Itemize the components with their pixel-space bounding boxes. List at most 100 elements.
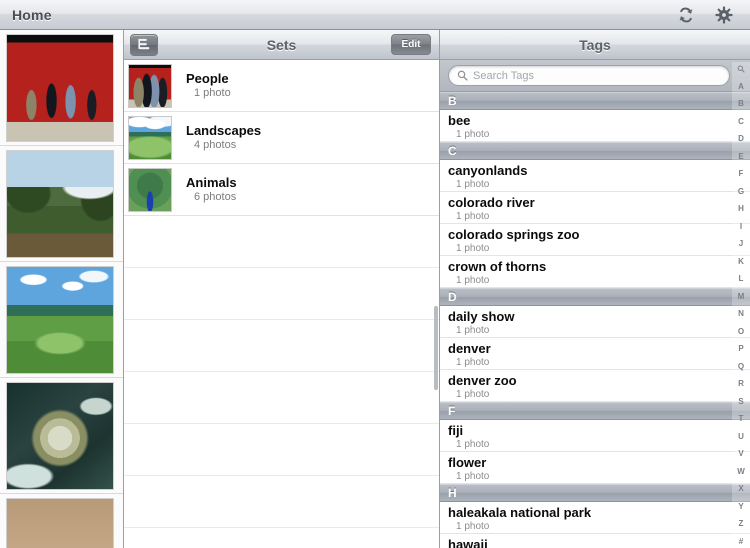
set-text: People 1 photo <box>186 71 231 100</box>
tags-panel: Tags Search Tags Bbee 1 photo Ccanyonlands… <box>440 30 750 548</box>
index-letter-e[interactable]: E <box>738 152 743 161</box>
index-letter-m[interactable]: M <box>738 292 745 301</box>
index-letter-y[interactable]: Y <box>738 502 743 511</box>
set-row[interactable]: Animals 6 photos <box>124 164 439 216</box>
tag-row[interactable]: haleakala national park 1 photo <box>440 502 750 534</box>
tag-name: denver zoo <box>448 373 517 388</box>
tag-section-header: D <box>440 288 750 306</box>
photo-thumbnail <box>6 150 114 258</box>
search-icon[interactable] <box>737 65 745 73</box>
index-letter-k[interactable]: K <box>738 257 744 266</box>
index-letter-o[interactable]: O <box>738 327 744 336</box>
index-letter-a[interactable]: A <box>738 82 744 91</box>
set-name: Landscapes <box>186 123 262 138</box>
tag-row[interactable]: hawaii <box>440 534 750 548</box>
tag-row[interactable]: crown of thorns 1 photo <box>440 256 750 288</box>
top-toolbar: Home <box>0 0 750 30</box>
tags-list[interactable]: Bbee 1 photo Ccanyonlands 1 photo colorado r… <box>440 92 750 548</box>
sync-icon[interactable] <box>676 5 696 25</box>
set-row-empty <box>124 268 439 320</box>
tag-name: daily show <box>448 309 515 324</box>
tags-header: Tags <box>440 30 750 60</box>
set-photo-count: 1 photo <box>194 87 231 99</box>
tag-row[interactable]: denver 1 photo <box>440 338 750 370</box>
tag-photo-count: 1 photo <box>456 179 490 190</box>
tag-photo-count: 1 photo <box>456 325 490 336</box>
tag-photo-count: 1 photo <box>456 243 490 254</box>
tag-photo-count: 1 photo <box>456 471 490 482</box>
sets-list[interactable]: People 1 photo Landscapes 4 photos Animals 6 … <box>124 60 439 548</box>
tag-row[interactable]: colorado river 1 photo <box>440 192 750 224</box>
index-letter-l[interactable]: L <box>739 274 744 283</box>
tag-section-header: F <box>440 402 750 420</box>
index-letter-g[interactable]: G <box>738 187 744 196</box>
set-thumbnail <box>128 167 172 212</box>
tags-title: Tags <box>579 36 611 53</box>
index-letter-d[interactable]: D <box>738 134 744 143</box>
index-letter-j[interactable]: J <box>739 239 743 248</box>
tag-row[interactable]: bee 1 photo <box>440 110 750 142</box>
tag-row[interactable]: daily show 1 photo <box>440 306 750 338</box>
set-thumbnail <box>128 115 172 160</box>
set-name: People <box>186 71 229 86</box>
index-letter-w[interactable]: W <box>737 467 745 476</box>
index-letter-r[interactable]: R <box>738 379 744 388</box>
index-letter-h[interactable]: H <box>738 204 744 213</box>
tag-name: flower <box>448 455 487 470</box>
set-row[interactable]: People 1 photo <box>124 60 439 112</box>
tag-row[interactable]: fiji 1 photo <box>440 420 750 452</box>
index-letter-hash[interactable]: # <box>739 537 743 546</box>
index-letter-t[interactable]: T <box>739 414 744 423</box>
tag-name: crown of thorns <box>448 259 547 274</box>
tag-row[interactable]: colorado springs zoo 1 photo <box>440 224 750 256</box>
index-letter-s[interactable]: S <box>738 397 743 406</box>
index-letter-v[interactable]: V <box>738 449 743 458</box>
index-letter-p[interactable]: P <box>738 344 743 353</box>
photo-strip-item[interactable] <box>0 494 123 548</box>
index-letter-n[interactable]: N <box>738 309 744 318</box>
tag-name: denver <box>448 341 491 356</box>
set-photo-count: 6 photos <box>194 191 237 203</box>
index-letter-q[interactable]: Q <box>738 362 744 371</box>
index-letter-u[interactable]: U <box>738 432 744 441</box>
set-row-empty <box>124 216 439 268</box>
search-placeholder: Search Tags <box>473 69 534 82</box>
photo-thumbnail <box>6 266 114 374</box>
sets-scrollbar[interactable] <box>434 306 438 390</box>
page-title: Home <box>12 6 52 23</box>
tag-name: bee <box>448 113 471 128</box>
top-toolbar-actions <box>676 5 734 25</box>
index-letter-i[interactable]: I <box>740 222 742 231</box>
index-letter-c[interactable]: C <box>738 117 744 126</box>
tag-photo-count: 1 photo <box>456 521 490 532</box>
photo-strip-item[interactable] <box>0 30 123 146</box>
hierarchy-icon[interactable] <box>130 33 158 56</box>
set-text: Animals 6 photos <box>186 175 237 204</box>
alphabet-index[interactable]: A B C D E F G H I J K L M N O P Q R S T U V W X Y Z # <box>732 62 750 548</box>
set-row[interactable]: Landscapes 4 photos <box>124 112 439 164</box>
photo-thumbnail <box>6 34 114 142</box>
tag-name: hawaii <box>448 537 488 548</box>
tag-name: canyonlands <box>448 163 528 178</box>
photo-strip-item[interactable] <box>0 146 123 262</box>
tag-photo-count: 1 photo <box>456 357 490 368</box>
photo-strip-item[interactable] <box>0 378 123 494</box>
edit-button[interactable]: Edit <box>391 34 431 55</box>
index-letter-x[interactable]: X <box>738 484 743 493</box>
index-letter-b[interactable]: B <box>738 99 744 108</box>
photo-strip-item[interactable] <box>0 262 123 378</box>
tag-row[interactable]: flower 1 photo <box>440 452 750 484</box>
gear-icon[interactable] <box>714 5 734 25</box>
main-columns: Sets Edit People 1 photo Landscapes 4 photo… <box>0 30 750 548</box>
tag-photo-count: 1 photo <box>456 275 490 286</box>
index-letter-f[interactable]: F <box>739 169 744 178</box>
photo-strip[interactable] <box>0 30 124 548</box>
tag-photo-count: 1 photo <box>456 389 490 400</box>
index-letter-z[interactable]: Z <box>739 519 744 528</box>
tag-name: haleakala national park <box>448 505 592 520</box>
set-row-empty <box>124 372 439 424</box>
search-input[interactable]: Search Tags <box>448 65 730 86</box>
tag-row[interactable]: canyonlands 1 photo <box>440 160 750 192</box>
tag-section-header: C <box>440 142 750 160</box>
tag-row[interactable]: denver zoo 1 photo <box>440 370 750 402</box>
